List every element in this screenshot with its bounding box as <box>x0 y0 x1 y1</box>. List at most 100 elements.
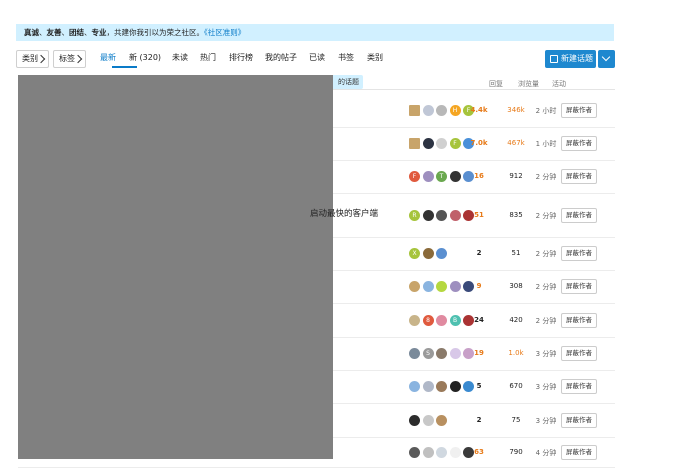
reply-count: 16 <box>474 172 484 180</box>
chevron-down-icon <box>601 52 611 62</box>
block-author-button[interactable]: 屏蔽作者 <box>561 312 597 328</box>
activity-time: 2 小时 <box>535 107 557 115</box>
avatar[interactable] <box>436 314 447 326</box>
avatar[interactable] <box>422 171 434 182</box>
reply-count: 51 <box>474 210 484 219</box>
avatar[interactable] <box>409 414 420 426</box>
chevron-right-icon <box>36 54 46 64</box>
block-author-button[interactable]: 屏蔽作者 <box>561 207 597 223</box>
redacted-region <box>18 75 333 459</box>
tab-my-posts[interactable]: 我的帖子 <box>265 52 297 63</box>
reply-count: 5 <box>476 382 482 390</box>
tab-new[interactable]: 新 (320) <box>129 52 161 63</box>
activity-time: 2 分钟 <box>535 316 557 325</box>
column-header-views[interactable]: 浏览量 <box>518 79 539 89</box>
community-guidelines-banner: 真诚、友善、团结、专业，共建你我引以为荣之社区。《社区准则》 <box>16 24 614 41</box>
banner-separator: 、 <box>84 28 92 37</box>
new-topic-button[interactable]: 新建话题 <box>545 50 596 68</box>
avatar[interactable]: F <box>449 138 461 149</box>
avatar[interactable] <box>409 446 420 458</box>
block-author-button[interactable]: 屏蔽作者 <box>561 444 597 460</box>
avatar[interactable] <box>422 446 434 458</box>
activity-time: 3 分钟 <box>535 383 557 391</box>
avatar[interactable] <box>409 348 420 359</box>
avatar[interactable] <box>449 381 461 392</box>
avatar[interactable] <box>436 138 447 149</box>
new-topic-label: 新建话题 <box>561 54 593 63</box>
block-author-button[interactable]: 屏蔽作者 <box>561 379 597 394</box>
tags-dropdown[interactable]: 标签 <box>53 50 86 68</box>
avatar[interactable] <box>436 105 447 116</box>
column-header-replies[interactable]: 回复 <box>489 79 503 89</box>
avatar[interactable] <box>409 138 420 149</box>
avatar[interactable]: S <box>422 348 434 359</box>
avatar[interactable] <box>409 105 420 116</box>
reply-count: 2 <box>476 249 482 257</box>
avatar[interactable] <box>436 348 447 359</box>
avatar[interactable]: X <box>409 248 420 259</box>
block-author-button[interactable]: 屏蔽作者 <box>561 103 597 118</box>
avatar[interactable]: T <box>436 171 447 182</box>
avatar[interactable] <box>436 381 447 392</box>
avatar[interactable] <box>449 171 461 182</box>
activity-time: 4 分钟 <box>535 448 557 457</box>
avatar[interactable] <box>436 281 447 292</box>
avatar[interactable] <box>422 105 434 116</box>
tab-read[interactable]: 已读 <box>309 52 325 63</box>
reply-count: 9 <box>476 282 482 290</box>
reply-count: 2 <box>476 415 482 424</box>
reply-count: 63 <box>474 447 484 456</box>
activity-time: 3 分钟 <box>535 416 557 425</box>
guidelines-link[interactable]: 《社区准则》 <box>204 28 245 37</box>
tab-categories[interactable]: 类别 <box>367 52 383 63</box>
avatar[interactable]: H <box>449 105 461 116</box>
activity-time: 2 分钟 <box>535 283 557 291</box>
avatar[interactable] <box>449 446 461 458</box>
chevron-right-icon <box>73 54 83 64</box>
avatar[interactable] <box>422 138 434 149</box>
block-author-button[interactable]: 屏蔽作者 <box>561 412 597 428</box>
avatar[interactable]: F <box>409 171 420 182</box>
block-author-button[interactable]: 屏蔽作者 <box>561 279 597 294</box>
category-dropdown[interactable]: 类别 <box>16 50 49 68</box>
topic-title[interactable]: 启动最快的客户端 <box>310 207 378 219</box>
tab-leaderboard[interactable]: 排行榜 <box>229 52 253 63</box>
tab-bookmarks[interactable]: 书签 <box>338 52 354 63</box>
avatar[interactable]: 8 <box>422 314 434 326</box>
banner-word-3: 团结 <box>69 28 84 37</box>
column-header-activity[interactable]: 活动 <box>552 79 566 89</box>
reply-count: 19 <box>474 349 484 357</box>
avatar[interactable] <box>449 209 461 221</box>
block-author-button[interactable]: 屏蔽作者 <box>561 246 597 261</box>
reply-count: 4.4k <box>470 106 488 114</box>
avatar[interactable]: R <box>409 209 420 221</box>
avatar[interactable] <box>436 209 447 221</box>
avatar[interactable] <box>436 414 447 426</box>
avatar[interactable] <box>436 248 447 259</box>
active-tab-indicator <box>112 66 137 68</box>
avatar[interactable] <box>422 209 434 221</box>
activity-time: 2 分钟 <box>535 173 557 181</box>
avatar[interactable] <box>409 381 420 392</box>
avatar[interactable] <box>422 248 434 259</box>
tab-hot[interactable]: 热门 <box>200 52 216 63</box>
avatar[interactable] <box>422 381 434 392</box>
avatar[interactable] <box>422 281 434 292</box>
avatar[interactable] <box>409 281 420 292</box>
block-author-button[interactable]: 屏蔽作者 <box>561 136 597 151</box>
pencil-square-icon <box>550 55 558 63</box>
avatar[interactable] <box>436 446 447 458</box>
avatar[interactable] <box>449 348 461 359</box>
avatar[interactable] <box>409 314 420 326</box>
new-topic-menu-button[interactable] <box>598 50 615 68</box>
avatar[interactable]: B <box>449 314 461 326</box>
block-author-button[interactable]: 屏蔽作者 <box>561 169 597 184</box>
activity-time: 1 小时 <box>535 140 557 148</box>
avatar[interactable] <box>422 414 434 426</box>
avatar[interactable] <box>449 281 461 292</box>
block-author-button[interactable]: 屏蔽作者 <box>561 346 597 361</box>
tab-latest[interactable]: 最新 <box>100 52 116 63</box>
activity-time: 2 分钟 <box>535 250 557 258</box>
banner-word-4: 专业 <box>91 28 107 37</box>
tab-unread[interactable]: 未读 <box>172 52 188 63</box>
